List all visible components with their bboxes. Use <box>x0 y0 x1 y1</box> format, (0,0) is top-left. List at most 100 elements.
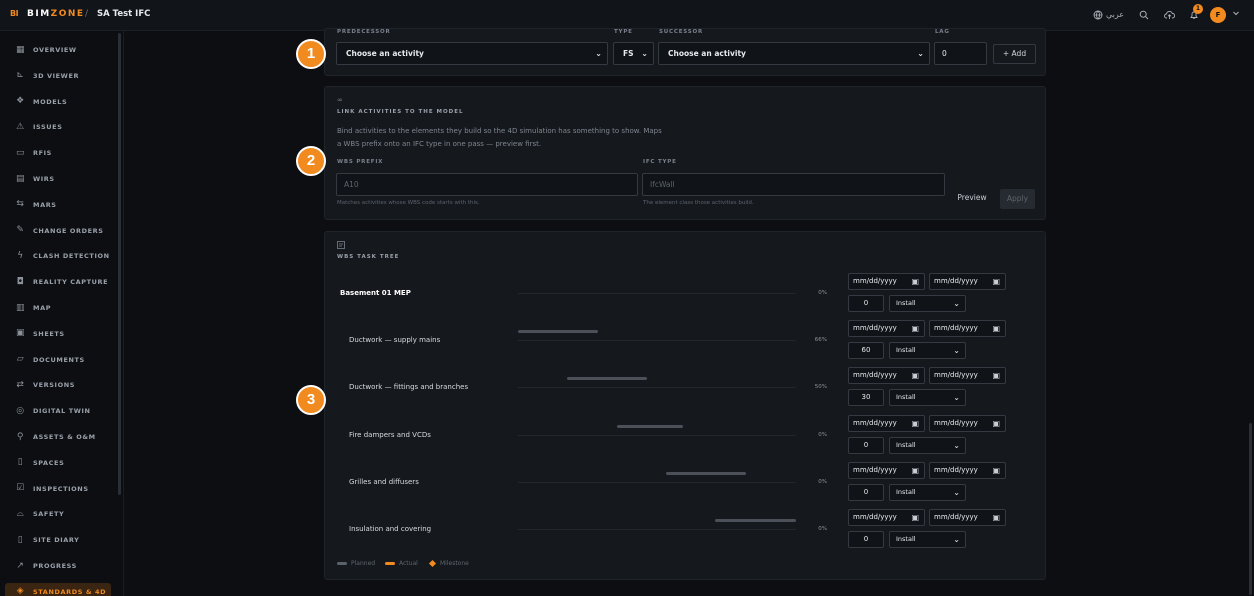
project-name[interactable]: SA Test IFC <box>97 9 150 19</box>
calendar-icon[interactable]: ▣ <box>992 368 1000 383</box>
sidebar-item-assets-o-m[interactable]: ⚲ ASSETS & O&M <box>5 428 111 446</box>
end-date-input[interactable]: mm/dd/yyyy ▣ <box>929 320 1006 338</box>
sidebar-item-label: SAFETY <box>33 510 65 519</box>
end-date-input[interactable]: mm/dd/yyyy ▣ <box>929 414 1006 432</box>
calendar-icon[interactable]: ▣ <box>911 274 919 289</box>
language-toggle[interactable]: عربي <box>1106 10 1124 19</box>
activity-type-select[interactable]: Install ⌄ <box>889 436 966 454</box>
dependency-type-select[interactable]: FS ⌄ <box>613 42 654 65</box>
sidebar-item-issues[interactable]: ⚠ ISSUES <box>5 118 111 136</box>
end-date-text: mm/dd/yyyy <box>934 418 978 427</box>
dependency-card: PREDECESSOR Choose an activity ⌄ TYPE FS… <box>324 28 1046 76</box>
legend-planned-swatch <box>337 562 347 565</box>
progress-input[interactable]: 60 <box>848 342 884 360</box>
end-date-input[interactable]: mm/dd/yyyy ▣ <box>929 461 1006 479</box>
ifc-type-input[interactable]: IfcWall <box>642 173 945 196</box>
calendar-icon[interactable]: ▣ <box>992 416 1000 431</box>
sidebar-item-inspections[interactable]: ☑ INSPECTIONS <box>5 480 111 498</box>
wbs-row-gridline <box>518 387 796 389</box>
preview-button[interactable]: Preview <box>951 189 993 209</box>
activity-type-select[interactable]: Install ⌄ <box>889 531 966 548</box>
cloud-upload-icon[interactable] <box>1164 10 1176 22</box>
wbs-prefix-input[interactable]: A10 <box>336 173 638 196</box>
sidebar-item-label: STANDARDS & 4D <box>33 587 107 596</box>
calendar-icon[interactable]: ▣ <box>911 510 919 525</box>
legend-actual-label: Actual <box>399 560 418 567</box>
sidebar-item-overview[interactable]: ▦ OVERVIEW <box>5 41 111 59</box>
sidebar-item-change-orders[interactable]: ✎ CHANGE ORDERS <box>5 222 111 240</box>
start-date-input[interactable]: mm/dd/yyyy ▣ <box>848 461 925 479</box>
sidebar-item-3d-viewer[interactable]: ⊾ 3D VIEWER <box>5 67 111 85</box>
legend-planned-label: Planned <box>351 560 376 567</box>
lag-input[interactable]: 0 <box>934 42 987 65</box>
predecessor-select[interactable]: Choose an activity ⌄ <box>336 42 608 65</box>
start-date-input[interactable]: mm/dd/yyyy ▣ <box>848 509 925 526</box>
progress-input[interactable]: 0 <box>848 436 884 454</box>
calendar-icon[interactable]: ▣ <box>911 416 919 431</box>
calendar-icon[interactable]: ▣ <box>911 321 919 336</box>
cubes-icon: ❖ <box>16 96 25 107</box>
sidebar-item-map[interactable]: ▥ MAP <box>5 299 111 317</box>
search-icon[interactable] <box>1139 10 1149 22</box>
activity-type-select[interactable]: Install ⌄ <box>889 342 966 360</box>
start-date-input[interactable]: mm/dd/yyyy ▣ <box>848 273 925 290</box>
start-date-input[interactable]: mm/dd/yyyy ▣ <box>848 320 925 338</box>
sidebar-scrollbar[interactable] <box>118 33 121 495</box>
progress-input[interactable]: 0 <box>848 483 884 501</box>
calendar-icon[interactable]: ▣ <box>992 463 1000 478</box>
progress-input[interactable]: 0 <box>848 295 884 312</box>
sidebar-item-label: PROGRESS <box>33 562 77 570</box>
end-date-input[interactable]: mm/dd/yyyy ▣ <box>929 367 1006 385</box>
apply-button[interactable]: Apply <box>1000 189 1035 209</box>
chevron-down-icon[interactable] <box>1232 9 1240 19</box>
calendar-icon[interactable]: ▣ <box>992 321 1000 336</box>
sidebar-item-reality-capture[interactable]: ◘ REALITY CAPTURE <box>5 273 111 291</box>
activity-type-select[interactable]: Install ⌄ <box>889 295 966 312</box>
sidebar-item-spaces[interactable]: ▯ SPACES <box>5 454 111 472</box>
wbs-row-percent: 0% <box>818 290 827 296</box>
wbs-row-percent: 0% <box>818 526 827 532</box>
activity-type-select[interactable]: Install ⌄ <box>889 483 966 501</box>
sidebar-item-clash-detection[interactable]: ϟ CLASH DETECTION <box>5 247 111 265</box>
wbs-row-percent: 0% <box>818 431 827 438</box>
brand-name[interactable]: BIMZONE <box>27 9 85 19</box>
main-scrollbar[interactable] <box>1249 423 1252 595</box>
progress-input[interactable]: 30 <box>848 389 884 407</box>
sidebar-item-site-diary[interactable]: ▯ SITE DIARY <box>5 531 111 549</box>
sidebar-item-mars[interactable]: ⇆ MARS <box>5 196 111 214</box>
start-date-input[interactable]: mm/dd/yyyy ▣ <box>848 414 925 432</box>
sidebar-item-sheets[interactable]: ▣ SHEETS <box>5 325 111 343</box>
end-date-text: mm/dd/yyyy <box>934 465 978 474</box>
sidebar-item-standards-4d[interactable]: ◈ STANDARDS & 4D <box>5 582 111 596</box>
activity-type-value: Install <box>896 299 916 307</box>
progress-input[interactable]: 0 <box>848 531 884 548</box>
successor-select[interactable]: Choose an activity ⌄ <box>658 42 930 65</box>
sidebar-item-label: SITE DIARY <box>33 536 80 545</box>
add-dependency-button[interactable]: + Add <box>993 44 1036 64</box>
activity-type-value: Install <box>896 346 916 355</box>
sidebar-item-versions[interactable]: ⇄ VERSIONS <box>5 376 111 394</box>
wbs-row-name: Ductwork — fittings and branches <box>349 383 469 392</box>
section-title: WBS TASK TREE <box>337 254 400 260</box>
sidebar-item-documents[interactable]: ▱ DOCUMENTS <box>5 351 111 369</box>
calendar-icon[interactable]: ▣ <box>911 368 919 383</box>
sidebar-item-wirs[interactable]: ▤ WIRS <box>5 170 111 188</box>
activity-type-select[interactable]: Install ⌄ <box>889 389 966 407</box>
chevron-down-icon: ⌄ <box>953 346 960 356</box>
sidebar-item-models[interactable]: ❖ MODELS <box>5 93 111 111</box>
start-date-input[interactable]: mm/dd/yyyy ▣ <box>848 367 925 385</box>
sidebar-item-safety[interactable]: ⌓ SAFETY <box>5 505 111 523</box>
twin-icon: ◎ <box>16 405 25 416</box>
calendar-icon[interactable]: ▣ <box>911 463 919 478</box>
sidebar-item-progress[interactable]: ↗ PROGRESS <box>5 557 111 575</box>
end-date-input[interactable]: mm/dd/yyyy ▣ <box>929 509 1006 526</box>
globe-icon[interactable] <box>1093 10 1103 22</box>
user-avatar[interactable]: F <box>1210 7 1226 23</box>
sidebar-item-rfis[interactable]: ▭ RFIS <box>5 144 111 162</box>
sidebar-item-digital-twin[interactable]: ◎ DIGITAL TWIN <box>5 402 111 420</box>
predecessor-label: PREDECESSOR <box>337 29 391 35</box>
wbs-row-name: Basement 01 MEP <box>340 289 411 297</box>
end-date-input[interactable]: mm/dd/yyyy ▣ <box>929 273 1006 290</box>
calendar-icon[interactable]: ▣ <box>992 510 1000 525</box>
calendar-icon[interactable]: ▣ <box>992 274 1000 289</box>
